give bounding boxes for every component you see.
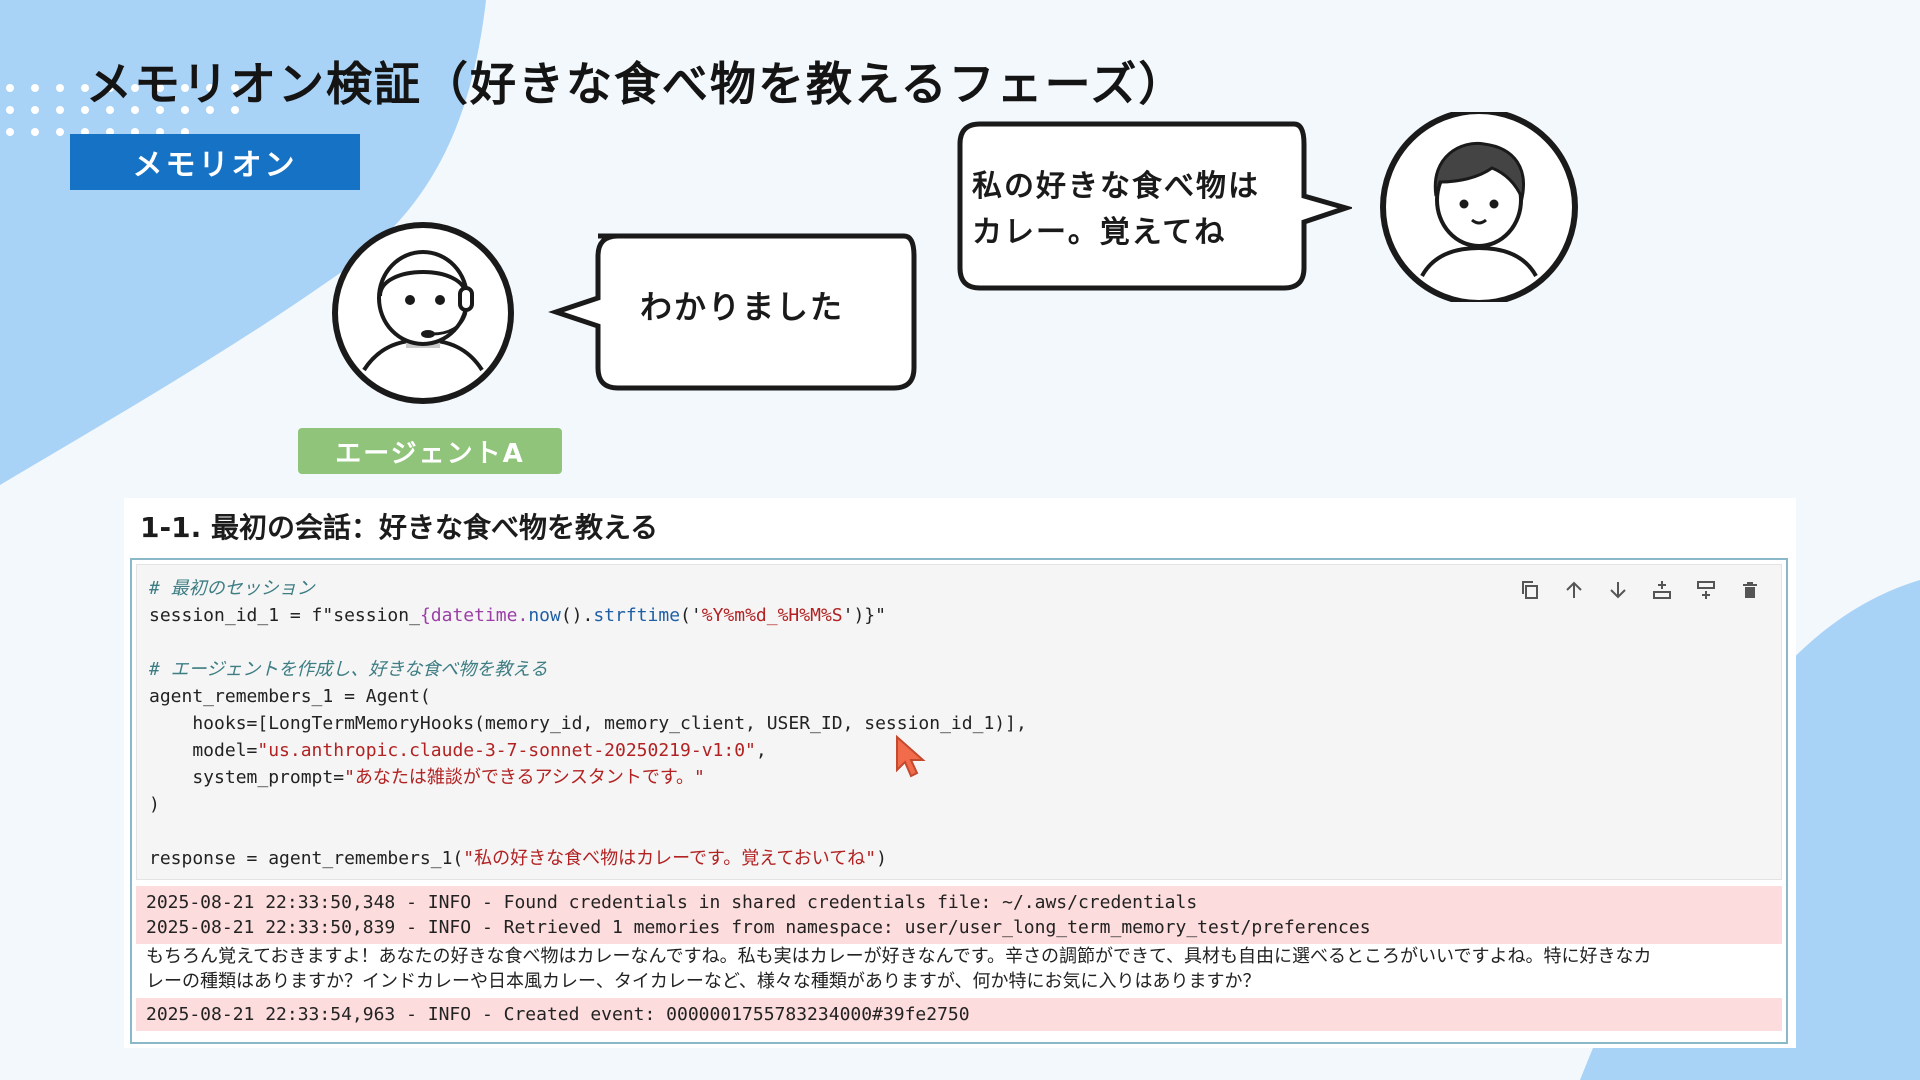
user-avatar-icon — [1380, 112, 1578, 302]
agent-a-label: エージェントA — [298, 428, 562, 474]
copy-icon[interactable] — [1517, 577, 1543, 603]
code-content: # 最初のセッション session_id_1 = f"session_{dat… — [149, 578, 1027, 869]
insert-above-icon[interactable] — [1649, 577, 1675, 603]
slide-title: メモリオン検証（好きな食べ物を教えるフェーズ） — [86, 57, 1187, 111]
mouse-cursor-icon — [896, 734, 926, 778]
section-heading: 1-1. 最初の会話：好きな食べ物を教える — [140, 511, 659, 544]
agent-reply-text: わかりました — [640, 288, 845, 326]
move-down-icon[interactable] — [1605, 577, 1631, 603]
code-editor[interactable]: # 最初のセッション session_id_1 = f"session_{dat… — [136, 564, 1782, 880]
jupyter-notebook: 1-1. 最初の会話：好きな食べ物を教える # 最初のセッション session… — [124, 498, 1796, 1048]
cell-output: 2025-08-21 22:33:50,348 - INFO - Found c… — [136, 886, 1782, 1031]
agent-response-output: もちろん覚えておきますよ！あなたの好きな食べ物はカレーなんですね。私も実はカレー… — [146, 946, 1652, 992]
agent-avatar-icon — [332, 222, 514, 404]
output-log-event: 2025-08-21 22:33:54,963 - INFO - Created… — [136, 998, 1782, 1031]
insert-below-icon[interactable] — [1693, 577, 1719, 603]
cell-toolbar — [1517, 577, 1763, 603]
memorion-tag: メモリオン — [70, 134, 360, 190]
move-up-icon[interactable] — [1561, 577, 1587, 603]
delete-icon[interactable] — [1737, 577, 1763, 603]
code-cell[interactable]: # 最初のセッション session_id_1 = f"session_{dat… — [130, 558, 1788, 1044]
user-message-text: 私の好きな食べ物は カレー。覚えてね — [972, 169, 1260, 250]
output-log-block: 2025-08-21 22:33:50,348 - INFO - Found c… — [136, 886, 1782, 944]
